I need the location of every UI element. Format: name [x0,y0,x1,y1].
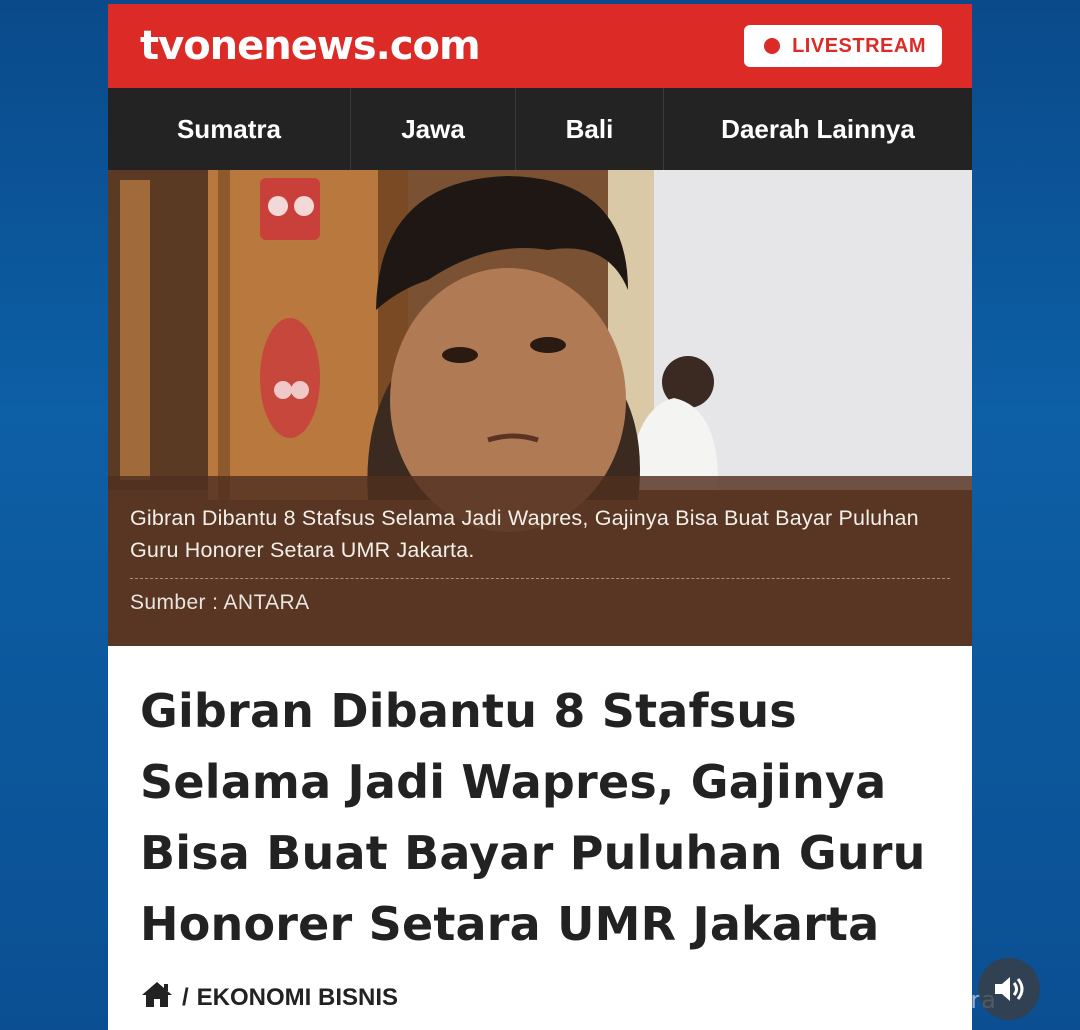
article-headline: Gibran Dibantu 8 Stafsus Selama Jadi Wap… [140,684,926,951]
breadcrumb-separator: / [182,983,189,1011]
nav-item-jawa[interactable]: Jawa [351,88,516,170]
nav-item-daerah-lainnya[interactable]: Daerah Lainnya [664,88,972,170]
home-icon[interactable] [140,980,174,1015]
watermark: @infobimantara [790,986,997,1014]
article-page: tvonenews.com LIVESTREAM Sumatra Jawa Ba… [108,4,972,1030]
nav-item-bali[interactable]: Bali [516,88,664,170]
breadcrumb-category[interactable]: EKONOMI BISNIS [197,984,398,1012]
speaker-icon[interactable] [978,958,1040,1020]
livestream-label: LIVESTREAM [792,34,926,57]
source-value: ANTARA [223,591,310,614]
live-dot-icon [764,38,781,54]
caption-text: Gibran Dibantu 8 Stafsus Selama Jadi Wap… [130,506,919,562]
site-logo[interactable]: tvonenews.com [140,23,481,69]
region-nav: Sumatra Jawa Bali Daerah Lainnya [108,88,972,170]
caption-divider [130,578,950,579]
site-header: tvonenews.com LIVESTREAM [108,4,972,88]
hero-image[interactable]: Gibran Dibantu 8 Stafsus Selama Jadi Wap… [108,170,972,646]
livestream-button[interactable]: LIVESTREAM [744,25,942,67]
nav-item-sumatra[interactable]: Sumatra [108,88,351,170]
caption-source: Sumber : ANTARA [130,591,950,615]
source-label: Sumber : [130,591,219,614]
hero-caption: Gibran Dibantu 8 Stafsus Selama Jadi Wap… [108,476,972,646]
article-body: Gibran Dibantu 8 Stafsus Selama Jadi Wap… [108,646,972,1015]
